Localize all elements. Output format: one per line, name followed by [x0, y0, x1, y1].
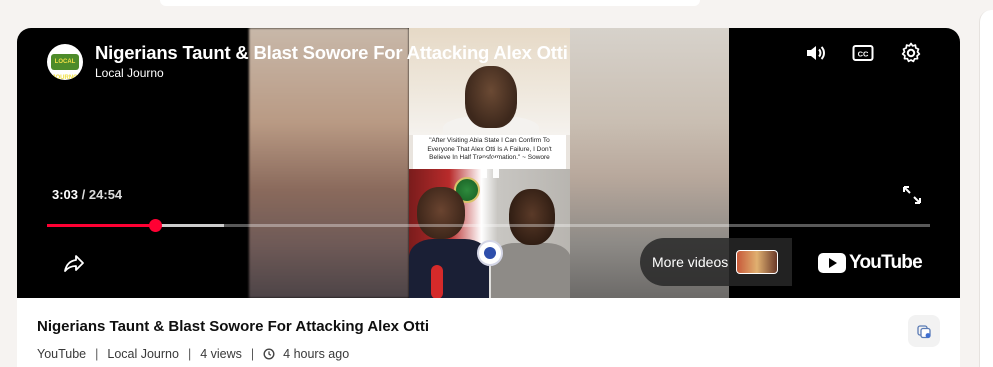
- meta-separator: |: [187, 347, 192, 361]
- video-player[interactable]: "After Visiting Abia State I Can Confirm…: [17, 28, 960, 298]
- clock-icon: [263, 348, 275, 360]
- video-title[interactable]: Nigerians Taunt & Blast Sowore For Attac…: [95, 42, 568, 64]
- current-time: 3:03: [52, 187, 79, 202]
- info-age: 4 hours ago: [283, 347, 350, 361]
- frame-person-left: [417, 187, 465, 239]
- duration: 24:54: [88, 187, 123, 202]
- more-videos-thumbnail: [736, 250, 778, 274]
- progress-scrubber[interactable]: [148, 219, 162, 232]
- channel-name[interactable]: Local Journo: [95, 66, 164, 80]
- meta-separator: |: [95, 347, 99, 361]
- frame-bottom-image: [409, 169, 570, 298]
- frame-microphone: [431, 265, 443, 298]
- frame-person-head: [465, 66, 517, 128]
- channel-avatar[interactable]: LOCAL JOURNO: [47, 44, 83, 80]
- info-source: YouTube: [37, 347, 87, 361]
- more-videos-label: More videos: [652, 254, 729, 270]
- time-separator: /: [81, 187, 86, 202]
- side-panel: [979, 10, 993, 367]
- meta-separator: |: [250, 347, 255, 361]
- info-views: 4 views: [200, 347, 242, 361]
- captions-icon[interactable]: CC: [850, 40, 876, 66]
- youtube-logo[interactable]: YouTube: [818, 252, 923, 274]
- settings-gear-icon[interactable]: [898, 40, 924, 66]
- info-title[interactable]: Nigerians Taunt & Blast Sowore For Attac…: [37, 318, 429, 335]
- youtube-play-icon: [818, 253, 846, 273]
- share-icon[interactable]: [61, 250, 87, 276]
- volume-icon[interactable]: [803, 40, 829, 66]
- svg-text:CC: CC: [858, 50, 869, 59]
- save-to-collection-button[interactable]: [908, 315, 940, 347]
- video-card: "After Visiting Abia State I Can Confirm…: [17, 28, 960, 367]
- channel-watermark-icon: [477, 240, 503, 266]
- info-channel[interactable]: Local Journo: [107, 347, 179, 361]
- channel-logo: LOCAL JOURNO: [51, 54, 79, 80]
- pause-icon[interactable]: [481, 158, 501, 178]
- more-videos-button[interactable]: More videos: [640, 238, 792, 286]
- time-display: 3:03 / 24:54: [52, 187, 122, 202]
- fullscreen-icon[interactable]: [899, 182, 925, 208]
- progress-played: [47, 224, 155, 227]
- info-meta: YouTube | Local Journo | 4 views | 4 hou…: [37, 347, 349, 361]
- youtube-wordmark: YouTube: [849, 252, 923, 273]
- blurred-background-left: [249, 28, 409, 298]
- top-strip: [160, 0, 700, 6]
- frame-person-right: [509, 189, 555, 245]
- collection-icon: [917, 325, 931, 339]
